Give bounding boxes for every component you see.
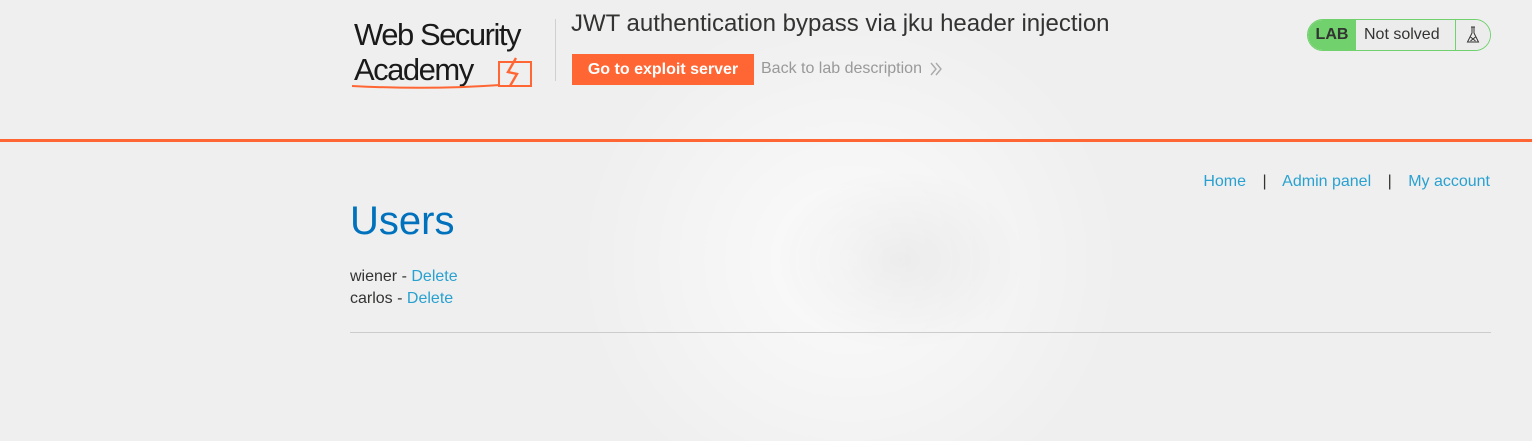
page-title: Users: [350, 199, 455, 243]
svg-text:Security: Security: [420, 17, 522, 52]
lab-status-text: Not solved: [1356, 20, 1455, 50]
user-row: wiener - Delete: [350, 266, 458, 288]
nav-separator: |: [1262, 173, 1267, 190]
delete-user-link[interactable]: Delete: [411, 268, 457, 285]
flask-icon: [1455, 20, 1490, 50]
user-separator: -: [397, 268, 412, 285]
lab-badge: LAB: [1308, 20, 1356, 50]
back-to-lab-description-link[interactable]: Back to lab description: [761, 60, 942, 78]
nav-my-account-link[interactable]: My account: [1408, 173, 1490, 190]
user-row: carlos - Delete: [350, 288, 458, 310]
go-to-exploit-server-button[interactable]: Go to exploit server: [572, 54, 754, 85]
background-shadow: [720, 140, 1080, 380]
back-link-label: Back to lab description: [761, 60, 922, 77]
lab-header: Web Security Academy JWT authentication …: [0, 0, 1532, 139]
lab-status-widget: LAB Not solved: [1307, 19, 1491, 51]
logo-icon: Web Security Academy: [351, 17, 532, 89]
user-separator: -: [392, 290, 407, 307]
username: wiener: [350, 268, 398, 285]
user-list: wiener - Delete carlos - Delete: [350, 266, 458, 310]
nav-separator: |: [1387, 173, 1392, 190]
logo-divider: [555, 19, 556, 81]
svg-text:Web: Web: [354, 17, 413, 52]
flask-glyph: [1466, 26, 1480, 43]
top-navigation: Home | Admin panel | My account: [1203, 173, 1490, 191]
username: carlos: [350, 290, 393, 307]
nav-home-link[interactable]: Home: [1203, 173, 1246, 190]
web-security-academy-logo[interactable]: Web Security Academy: [350, 14, 555, 92]
delete-user-link[interactable]: Delete: [407, 290, 453, 307]
content-divider: [350, 332, 1491, 333]
lab-title: JWT authentication bypass via jku header…: [571, 10, 1110, 37]
nav-admin-panel-link[interactable]: Admin panel: [1282, 173, 1371, 190]
svg-text:Academy: Academy: [354, 52, 475, 87]
exploit-button-label: Go to exploit server: [587, 60, 739, 78]
header-accent-line: [0, 139, 1532, 142]
double-chevron-right-icon: [930, 62, 942, 76]
